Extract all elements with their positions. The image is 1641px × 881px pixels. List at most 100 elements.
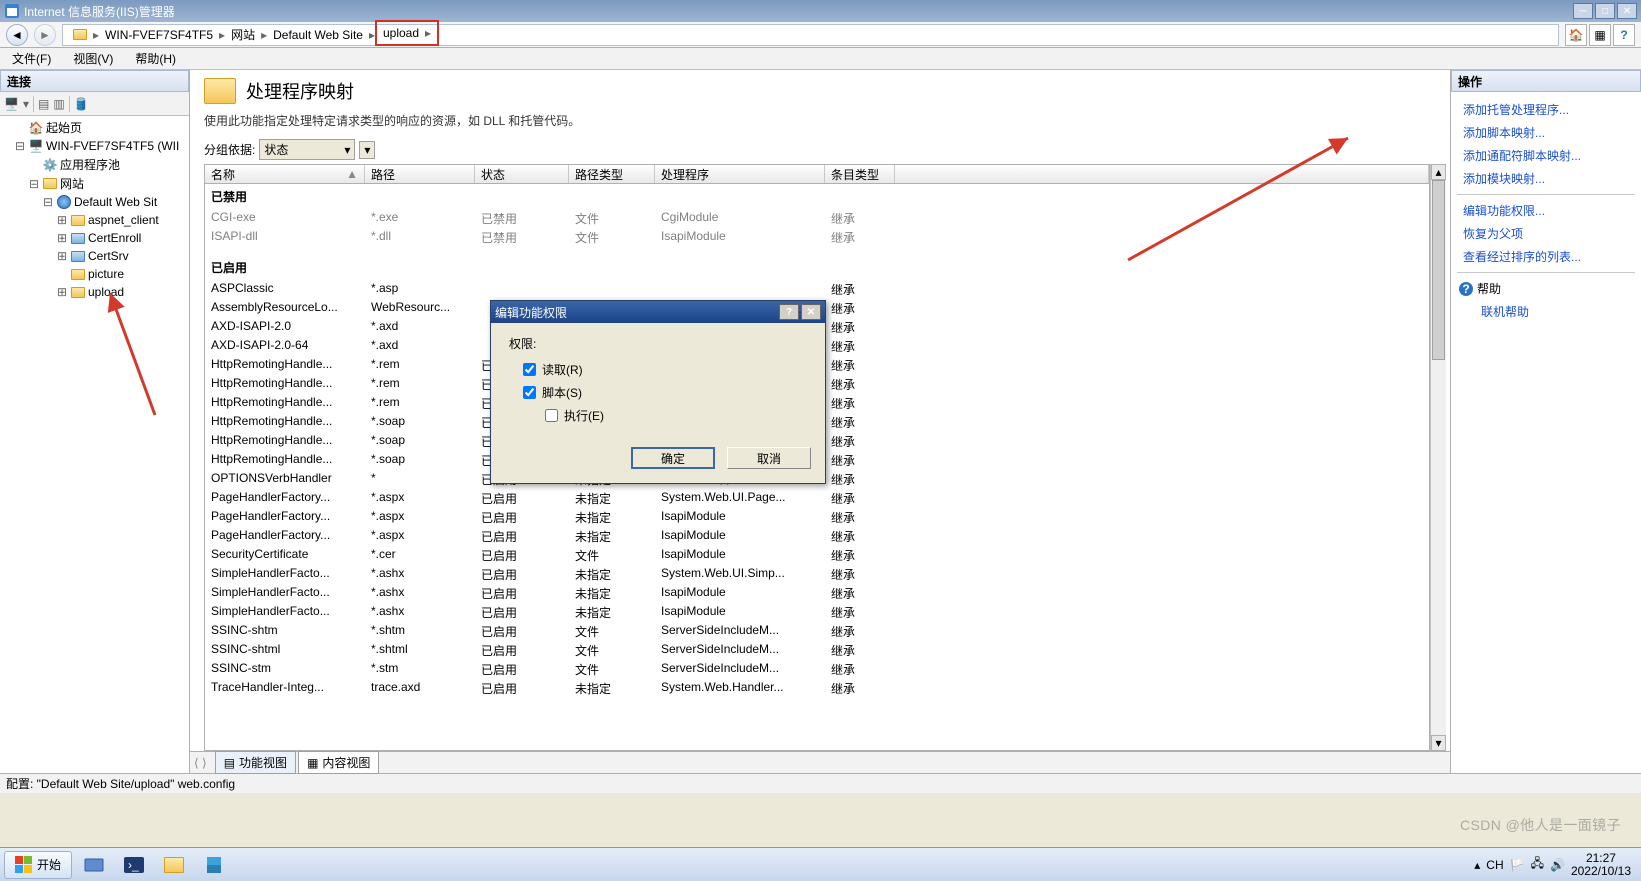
stop-icon[interactable]: 🛢️ <box>74 97 89 111</box>
tree-node[interactable]: ⊟🖥️WIN-FVEF7SF4TF5 (WII <box>2 137 187 155</box>
column-entrytype[interactable]: 条目类型 <box>825 165 895 183</box>
column-path[interactable]: 路径 <box>365 165 475 183</box>
list-row[interactable]: SimpleHandlerFacto...*.ashx已启用未指定IsapiMo… <box>205 603 1429 622</box>
svg-text:›_: ›_ <box>128 858 139 872</box>
action-revert-parent[interactable]: 恢复为父项 <box>1457 222 1635 245</box>
action-add-script[interactable]: 添加脚本映射... <box>1457 121 1635 144</box>
scroll-down-button[interactable]: ▾ <box>1431 735 1446 751</box>
list-row[interactable]: ISAPI-dll*.dll已禁用文件IsapiModule继承 <box>205 228 1429 247</box>
column-state[interactable]: 状态 <box>475 165 569 183</box>
dialog-help-button[interactable]: ? <box>779 304 799 320</box>
refresh-button[interactable]: ▦ <box>1589 24 1611 46</box>
task-iis[interactable] <box>196 851 232 879</box>
groupby-select[interactable]: 状态▾ <box>259 139 355 160</box>
column-pathtype[interactable]: 路径类型 <box>569 165 655 183</box>
dialog-titlebar[interactable]: 编辑功能权限 ? ✕ <box>491 301 825 323</box>
cancel-button[interactable]: 取消 <box>727 447 811 469</box>
window-title: Internet 信息服务(IIS)管理器 <box>24 3 175 20</box>
action-view-ordered[interactable]: 查看经过排序的列表... <box>1457 245 1635 268</box>
list-row[interactable]: SimpleHandlerFacto...*.ashx已启用未指定System.… <box>205 565 1429 584</box>
column-name[interactable]: 名称▲ <box>205 165 365 183</box>
tree-collapse-icon[interactable]: ▤ <box>38 97 49 111</box>
arrow-right-icon: ► <box>39 28 51 42</box>
list-row[interactable]: SSINC-shtm*.shtm已启用文件ServerSideIncludeM.… <box>205 622 1429 641</box>
tray-flag-icon[interactable]: 🏳️ <box>1510 858 1525 872</box>
window-titlebar: Internet 信息服务(IIS)管理器 ─ □ ✕ <box>0 0 1641 22</box>
action-online-help[interactable]: 联机帮助 <box>1475 300 1635 323</box>
task-explorer[interactable] <box>156 851 192 879</box>
list-row[interactable]: PageHandlerFactory...*.aspx已启用未指定IsapiMo… <box>205 508 1429 527</box>
menu-file[interactable]: 文件(F) <box>4 48 59 69</box>
scroll-thumb[interactable] <box>1432 180 1445 360</box>
ok-button[interactable]: 确定 <box>631 447 715 469</box>
action-add-module[interactable]: 添加模块映射... <box>1457 167 1635 190</box>
tree-node[interactable]: ⊞upload <box>2 283 187 301</box>
status-text: 配置: "Default Web Site/upload" web.config <box>6 775 235 792</box>
list-row[interactable]: PageHandlerFactory...*.aspx已启用未指定IsapiMo… <box>205 527 1429 546</box>
tree-node[interactable]: ⊞CertSrv <box>2 247 187 265</box>
list-row[interactable]: PageHandlerFactory...*.aspx已启用未指定System.… <box>205 489 1429 508</box>
breadcrumb-item[interactable]: upload <box>383 26 419 40</box>
connections-tree[interactable]: 🏠起始页⊟🖥️WIN-FVEF7SF4TF5 (WII⚙️应用程序池⊟网站⊟De… <box>0 116 189 773</box>
list-row[interactable]: ASPClassic*.asp继承 <box>205 280 1429 299</box>
checkbox-execute[interactable]: 执行(E) <box>545 404 807 427</box>
action-add-wildcard[interactable]: 添加通配符脚本映射... <box>1457 144 1635 167</box>
grid-icon: ▦ <box>1594 28 1605 42</box>
tray-clock[interactable]: 21:27 2022/10/13 <box>1571 852 1631 878</box>
task-powershell[interactable]: ›_ <box>116 851 152 879</box>
breadcrumb-item[interactable]: WIN-FVEF7SF4TF5 <box>99 28 219 42</box>
action-add-managed[interactable]: 添加托管处理程序... <box>1457 98 1635 121</box>
scroll-up-button[interactable]: ▴ <box>1431 164 1446 180</box>
checkbox-read[interactable]: 读取(R) <box>523 358 807 381</box>
app-icon <box>4 3 20 19</box>
forward-button[interactable]: ► <box>34 24 56 46</box>
list-scrollbar[interactable]: ▴ ▾ <box>1430 164 1446 751</box>
tree-node[interactable]: 🏠起始页 <box>2 118 187 137</box>
chevron-right-icon: ▸ <box>425 26 431 40</box>
column-handler[interactable]: 处理程序 <box>655 165 825 183</box>
list-row[interactable]: SecurityCertificate*.cer已启用文件IsapiModule… <box>205 546 1429 565</box>
start-button[interactable]: 开始 <box>4 851 72 879</box>
tab-features[interactable]: ▤功能视图 <box>215 751 296 774</box>
list-header: 名称▲ 路径 状态 路径类型 处理程序 条目类型 <box>204 164 1430 184</box>
list-row[interactable]: SSINC-shtml*.shtml已启用文件ServerSideInclude… <box>205 641 1429 660</box>
action-help[interactable]: ? 帮助 <box>1457 277 1635 300</box>
content-icon: ▦ <box>307 756 318 770</box>
menu-view[interactable]: 视图(V) <box>65 48 121 69</box>
list-row[interactable]: SSINC-stm*.stm已启用文件ServerSideIncludeM...… <box>205 660 1429 679</box>
ime-indicator[interactable]: CH <box>1486 858 1503 872</box>
breadcrumb-root[interactable] <box>67 29 93 40</box>
tab-content[interactable]: ▦内容视图 <box>298 751 379 774</box>
tray-chevron-icon[interactable]: ▴ <box>1474 858 1480 872</box>
task-servermanager[interactable] <box>76 851 112 879</box>
list-row[interactable]: SimpleHandlerFacto...*.ashx已启用未指定IsapiMo… <box>205 584 1429 603</box>
tree-node[interactable]: ⚙️应用程序池 <box>2 155 187 174</box>
breadcrumb[interactable]: ▸ WIN-FVEF7SF4TF5 ▸ 网站 ▸ Default Web Sit… <box>62 24 1559 46</box>
dialog-close-button[interactable]: ✕ <box>801 304 821 320</box>
close-button[interactable]: ✕ <box>1617 3 1637 19</box>
tree-expand-icon[interactable]: ▥ <box>53 97 64 111</box>
maximize-button[interactable]: □ <box>1595 3 1615 19</box>
tree-node[interactable]: ⊞aspnet_client <box>2 211 187 229</box>
tree-node[interactable]: ⊟网站 <box>2 174 187 193</box>
action-edit-permissions[interactable]: 编辑功能权限... <box>1457 199 1635 222</box>
breadcrumb-item[interactable]: Default Web Site <box>267 28 369 42</box>
list-row[interactable]: TraceHandler-Integ...trace.axd已启用未指定Syst… <box>205 679 1429 698</box>
back-button[interactable]: ◄ <box>6 24 28 46</box>
groupby-dropdown-button[interactable]: ▾ <box>359 141 375 159</box>
home-button[interactable]: 🏠 <box>1565 24 1587 46</box>
breadcrumb-item[interactable]: 网站 <box>225 26 261 43</box>
tray-sound-icon[interactable]: 🔊 <box>1550 858 1565 872</box>
taskbar: 开始 ›_ ▴ CH 🏳️ 🖧 🔊 21:27 2022/10/13 <box>0 847 1641 881</box>
help-button[interactable]: ? <box>1613 24 1635 46</box>
checkbox-script[interactable]: 脚本(S) <box>523 381 807 404</box>
menu-help[interactable]: 帮助(H) <box>127 48 184 69</box>
list-row[interactable]: CGI-exe*.exe已禁用文件CgiModule继承 <box>205 209 1429 228</box>
tree-node[interactable]: picture <box>2 265 187 283</box>
minimize-button[interactable]: ─ <box>1573 3 1593 19</box>
connect-icon[interactable]: 🖥️ <box>4 97 19 111</box>
tray-network-icon[interactable]: 🖧 <box>1531 854 1544 875</box>
tree-node[interactable]: ⊞CertEnroll <box>2 229 187 247</box>
tree-node[interactable]: ⊟Default Web Sit <box>2 193 187 211</box>
help-icon: ? <box>1459 282 1473 296</box>
